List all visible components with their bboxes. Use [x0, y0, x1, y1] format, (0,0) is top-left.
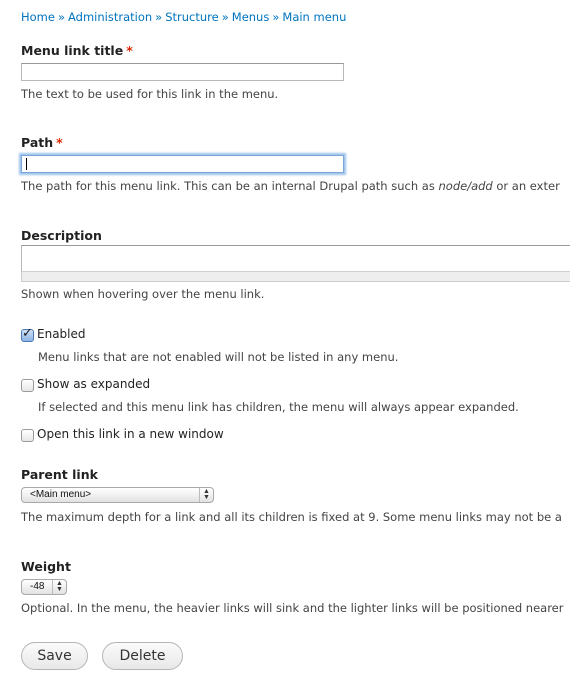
path-description-text: The path for this menu link. This can be…: [21, 179, 439, 193]
weight-select[interactable]: -48 ▲ ▼: [21, 579, 67, 595]
description-label: Description: [21, 228, 102, 243]
path-label-text: Path: [21, 135, 54, 150]
breadcrumb-separator: »: [155, 10, 163, 24]
path-label: Path *: [21, 135, 63, 150]
show-as-expanded-description: If selected and this menu link has child…: [38, 400, 519, 414]
delete-button[interactable]: Delete: [102, 642, 183, 670]
description-textarea[interactable]: [21, 245, 570, 271]
select-arrows-icon: ▲ ▼: [52, 580, 66, 594]
menu-link-title-input[interactable]: [21, 63, 344, 81]
menu-link-title-label-text: Menu link title: [21, 43, 124, 58]
menu-link-title-label: Menu link title *: [21, 43, 133, 58]
breadcrumb-administration[interactable]: Administration: [68, 10, 152, 24]
parent-link-description: The maximum depth for a link and all its…: [21, 510, 562, 524]
description-help: Shown when hovering over the menu link.: [21, 287, 265, 301]
enabled-description: Menu links that are not enabled will not…: [38, 350, 399, 364]
enabled-label[interactable]: Enabled: [37, 327, 86, 341]
new-window-label[interactable]: Open this link in a new window: [37, 427, 224, 441]
menu-link-title-description: The text to be used for this link in the…: [21, 87, 279, 101]
breadcrumb-separator: »: [272, 10, 280, 24]
weight-label: Weight: [21, 559, 71, 574]
enabled-checkbox[interactable]: [21, 326, 34, 342]
show-as-expanded-label[interactable]: Show as expanded: [37, 377, 150, 391]
parent-link-selected-value: <Main menu>: [30, 489, 92, 500]
parent-link-label: Parent link: [21, 467, 98, 482]
new-window-checkbox[interactable]: [21, 429, 34, 442]
parent-link-select[interactable]: <Main menu> ▲ ▼: [21, 487, 214, 503]
path-description: The path for this menu link. This can be…: [21, 179, 560, 193]
path-example: node/add: [438, 179, 493, 193]
show-as-expanded-checkbox[interactable]: [21, 379, 34, 392]
breadcrumb-structure[interactable]: Structure: [165, 10, 219, 24]
breadcrumb: Home» Administration» Structure» Menus» Main…: [21, 10, 346, 24]
required-marker: *: [56, 135, 63, 150]
select-arrows-icon: ▲ ▼: [199, 488, 213, 502]
weight-selected-value: -48: [30, 581, 45, 592]
breadcrumb-main-menu[interactable]: Main menu: [282, 10, 346, 24]
breadcrumb-separator: »: [221, 10, 229, 24]
path-description-text-end: or an exter: [492, 179, 560, 193]
required-marker: *: [126, 43, 133, 58]
text-caret: [26, 158, 27, 170]
breadcrumb-menus[interactable]: Menus: [232, 10, 270, 24]
save-button[interactable]: Save: [21, 642, 88, 670]
path-input[interactable]: [21, 155, 344, 173]
breadcrumb-home[interactable]: Home: [21, 10, 55, 24]
weight-description: Optional. In the menu, the heavier links…: [21, 601, 564, 615]
breadcrumb-separator: »: [57, 10, 66, 24]
textarea-resize-grip[interactable]: [21, 271, 570, 282]
